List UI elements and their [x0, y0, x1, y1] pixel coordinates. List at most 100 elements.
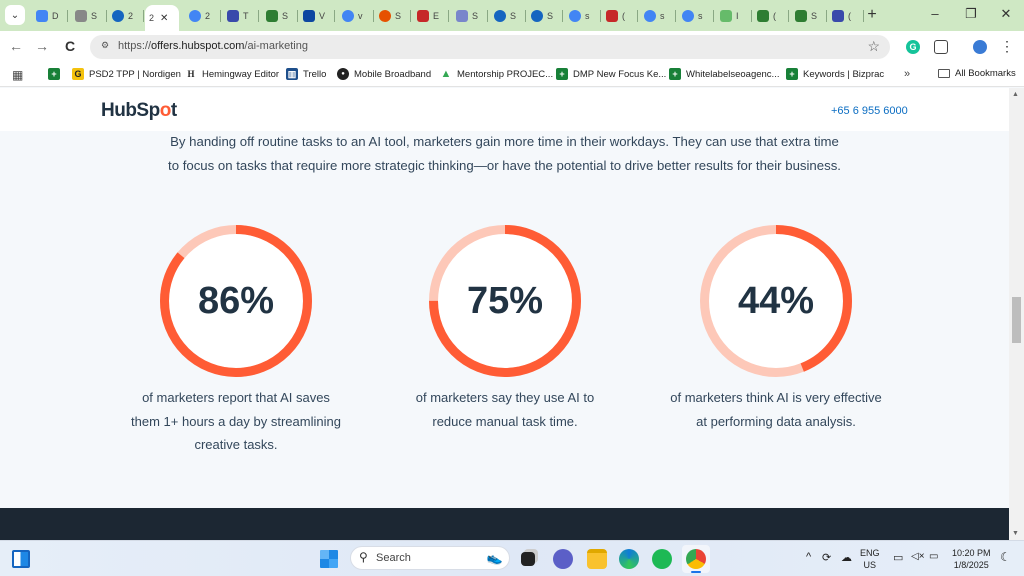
- site-info-icon[interactable]: ⚙: [98, 40, 112, 54]
- tab-separator: [826, 10, 827, 22]
- bookmark-sheets[interactable]: +: [48, 68, 60, 80]
- profile-avatar[interactable]: [973, 40, 987, 54]
- tab[interactable]: S: [262, 5, 298, 27]
- tab-separator: [220, 10, 221, 22]
- network-icon[interactable]: ▭: [893, 551, 903, 564]
- bookmark-item[interactable]: + Whitelabelseoagenc...: [669, 68, 779, 80]
- file-explorer-icon[interactable]: [587, 549, 607, 569]
- extensions-puzzle-icon[interactable]: [934, 40, 948, 54]
- tab[interactable]: I: [716, 5, 752, 27]
- stat-ring: 86%: [160, 225, 312, 377]
- edge-browser-icon[interactable]: [619, 549, 639, 569]
- bookmark-label: DMP New Focus Ke...: [573, 68, 667, 80]
- restore-button[interactable]: ❐: [963, 6, 979, 22]
- teams-chat-icon[interactable]: [553, 549, 573, 569]
- bookmark-item[interactable]: + Keywords | Bizprac: [786, 68, 884, 80]
- close-tab-icon[interactable]: ✕: [160, 13, 168, 24]
- google-icon: [569, 10, 581, 22]
- hemingway-icon: H: [185, 68, 197, 80]
- tab[interactable]: v: [338, 5, 374, 27]
- close-window-button[interactable]: ✕: [998, 6, 1014, 22]
- all-bookmarks-label: All Bookmarks: [955, 68, 1016, 79]
- bookmark-item[interactable]: ▲ Mentorship PROJEC...: [440, 68, 554, 80]
- tab[interactable]: E: [413, 5, 449, 27]
- more-bookmarks-button[interactable]: »: [904, 68, 910, 80]
- task-view-icon[interactable]: [521, 552, 535, 566]
- all-bookmarks-button[interactable]: All Bookmarks: [938, 68, 1016, 79]
- tab-title: (: [622, 11, 625, 21]
- tab[interactable]: (: [602, 5, 638, 27]
- volume-muted-icon[interactable]: ◁×: [911, 551, 925, 562]
- google-icon: [644, 10, 656, 22]
- tab-separator: [525, 10, 526, 22]
- tab[interactable]: s: [678, 5, 714, 27]
- bing-shoe-icon: 👟: [486, 550, 503, 565]
- address-bar[interactable]: ⚙ https://offers.hubspot.com/ai-marketin…: [90, 35, 890, 59]
- tab-title: s: [585, 11, 590, 21]
- tab[interactable]: V: [299, 5, 335, 27]
- trello-icon: ▥: [286, 68, 298, 80]
- tab-title: S: [395, 11, 402, 21]
- scroll-thumb[interactable]: [1012, 297, 1021, 343]
- language-indicator[interactable]: ENG US: [860, 547, 880, 571]
- tab[interactable]: D: [32, 5, 68, 27]
- tab-search-button[interactable]: ⌄: [5, 5, 25, 25]
- onedrive-cloud-icon[interactable]: ☁: [841, 551, 852, 564]
- scroll-down-arrow-icon[interactable]: ▼: [1012, 530, 1019, 537]
- taskbar-search[interactable]: ⚲ Search 👟: [350, 546, 510, 570]
- semrush-icon: [266, 10, 278, 22]
- url-text[interactable]: https://offers.hubspot.com/ai-marketing: [118, 40, 308, 52]
- sync-icon[interactable]: ⟳: [822, 551, 831, 564]
- page-scrollbar[interactable]: ▲ ▼: [1009, 88, 1024, 540]
- tab-title: (: [848, 11, 851, 21]
- sheets-icon: +: [669, 68, 681, 80]
- browser-menu-button[interactable]: ⋮: [998, 38, 1016, 55]
- tab[interactable]: s: [565, 5, 601, 27]
- apps-grid-icon[interactable]: ▦: [12, 68, 23, 82]
- new-tab-button[interactable]: +: [864, 6, 880, 24]
- tab[interactable]: S: [375, 5, 411, 27]
- reload-button[interactable]: C: [61, 38, 79, 54]
- phone-link[interactable]: +65 6 955 6000: [831, 105, 908, 117]
- stat-description-line: them 1+ hours a day by streamlining: [131, 413, 341, 429]
- active-indicator: [691, 571, 701, 573]
- tab-title: 2: [205, 11, 211, 21]
- tab[interactable]: (: [828, 5, 864, 27]
- chrome-taskbar-button[interactable]: [682, 545, 710, 573]
- tab[interactable]: S: [791, 5, 827, 27]
- bookmark-item[interactable]: ▥ Trello: [286, 68, 326, 80]
- tab-separator: [143, 10, 144, 22]
- minimize-button[interactable]: –: [927, 6, 943, 21]
- stat-description: of marketers think AI is very effective a…: [636, 386, 916, 433]
- bookmark-item[interactable]: ● Mobile Broadband: [337, 68, 431, 80]
- tab[interactable]: 2: [185, 5, 221, 27]
- tab[interactable]: S: [71, 5, 107, 27]
- show-hidden-icons-chevron[interactable]: ^: [806, 551, 811, 563]
- stat-description: of marketers say they use AI to reduce ma…: [365, 386, 645, 433]
- tab[interactable]: s: [640, 5, 676, 27]
- tab[interactable]: S: [527, 5, 563, 27]
- hubspot-logo[interactable]: HubSpot: [101, 100, 177, 122]
- notifications-moon-icon[interactable]: ☾: [1000, 550, 1011, 564]
- bookmark-star-icon[interactable]: ☆: [867, 38, 880, 55]
- scroll-up-arrow-icon[interactable]: ▲: [1012, 91, 1019, 98]
- forward-button[interactable]: →: [33, 38, 51, 54]
- stat-value: 86%: [197, 279, 275, 322]
- bookmark-item[interactable]: + DMP New Focus Ke...: [556, 68, 666, 80]
- bookmark-item[interactable]: G PSD2 TPP | Nordigen: [72, 68, 181, 80]
- tab[interactable]: S: [452, 5, 488, 27]
- spotify-icon[interactable]: [652, 549, 672, 569]
- tab[interactable]: (: [753, 5, 789, 27]
- widgets-icon[interactable]: [12, 550, 30, 568]
- tab[interactable]: 2: [108, 5, 144, 27]
- tab-active[interactable]: 2 ✕: [145, 5, 179, 31]
- bookmark-item[interactable]: H Hemingway Editor: [185, 68, 279, 80]
- grammarly-extension-icon[interactable]: G: [906, 40, 920, 54]
- clock[interactable]: 10:20 PM 1/8/2025: [952, 547, 991, 571]
- sheets-icon: +: [786, 68, 798, 80]
- start-windows-icon[interactable]: [320, 550, 338, 568]
- tab[interactable]: S: [490, 5, 526, 27]
- battery-icon[interactable]: ▭: [929, 551, 938, 562]
- back-button[interactable]: ←: [7, 38, 25, 54]
- tab[interactable]: T: [223, 5, 259, 27]
